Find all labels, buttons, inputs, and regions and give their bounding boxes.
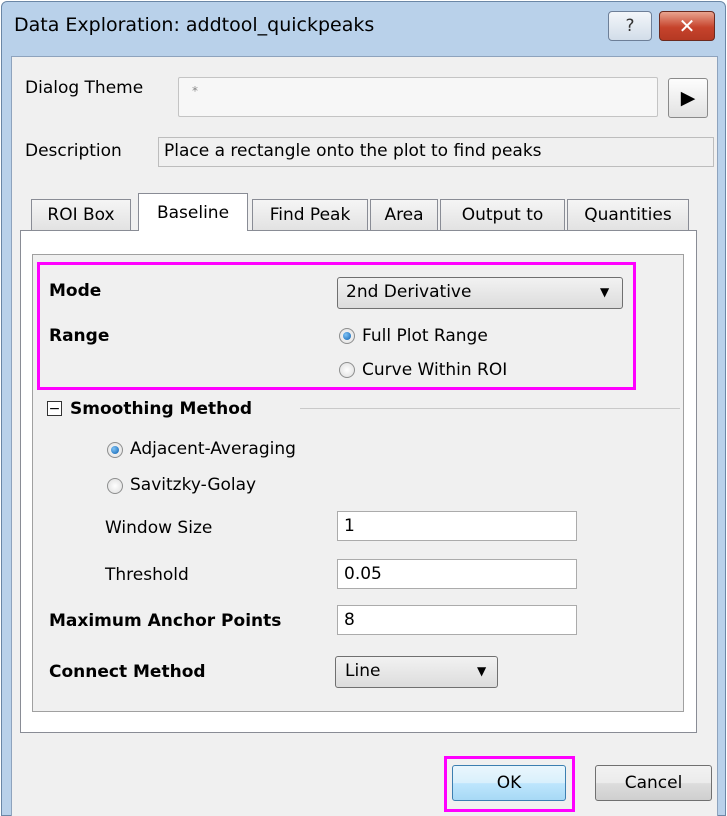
threshold-value: 0.05 [344,564,382,584]
tab-label: Baseline [156,202,230,223]
tab-roi-box[interactable]: ROI Box [31,199,131,230]
close-icon: ✕ [678,14,696,38]
chevron-down-icon: ▼ [477,664,487,678]
tab-output-to[interactable]: Output to [440,199,565,230]
play-arrow-icon: ▶ [680,87,696,109]
cancel-button[interactable]: Cancel [595,765,712,801]
tab-label: Output to [461,205,544,225]
tab-area[interactable]: Area [370,199,438,230]
radio-adjacent-averaging[interactable] [107,442,123,458]
close-button[interactable]: ✕ [659,11,715,41]
description-value: Place a rectangle onto the plot to find … [164,141,542,161]
tab-baseline[interactable]: Baseline [138,193,248,231]
ok-highlight [444,756,575,812]
help-icon: ? [625,16,635,36]
window-size-value: 1 [344,516,355,536]
cancel-button-label: Cancel [624,773,683,793]
dialog-theme-value: * [192,84,198,98]
max-anchor-points-value: 8 [344,610,355,630]
tab-label: Find Peak [269,205,351,225]
connect-method-value: Line [345,661,381,681]
tab-quantities[interactable]: Quantities [567,199,689,230]
radio-savitzky-golay[interactable] [107,478,123,494]
window-title: Data Exploration: addtool_quickpeaks [14,14,375,36]
radio-savitzky-golay-label: Savitzky-Golay [130,475,257,495]
description-label: Description [25,141,122,161]
group-divider [300,408,680,409]
max-anchor-points-label: Maximum Anchor Points [49,611,282,631]
theme-menu-button[interactable]: ▶ [668,78,708,118]
smoothing-method-title: Smoothing Method [70,399,253,419]
window-size-input[interactable] [337,511,577,541]
collapse-icon[interactable]: − [47,401,62,416]
dialog-theme-label: Dialog Theme [25,78,144,98]
max-anchor-points-input[interactable] [337,605,577,635]
radio-adjacent-averaging-label: Adjacent-Averaging [130,439,296,459]
connect-method-label: Connect Method [49,662,206,682]
tab-label: ROI Box [47,205,115,225]
mode-range-highlight [37,262,636,390]
dialog-theme-field[interactable] [178,77,658,117]
tab-label: Quantities [584,205,672,225]
tab-label: Area [384,205,424,225]
minus-icon: − [48,400,61,417]
window-size-label: Window Size [105,518,213,538]
help-button[interactable]: ? [608,11,652,41]
tab-find-peak[interactable]: Find Peak [252,199,368,230]
threshold-label: Threshold [105,565,189,585]
